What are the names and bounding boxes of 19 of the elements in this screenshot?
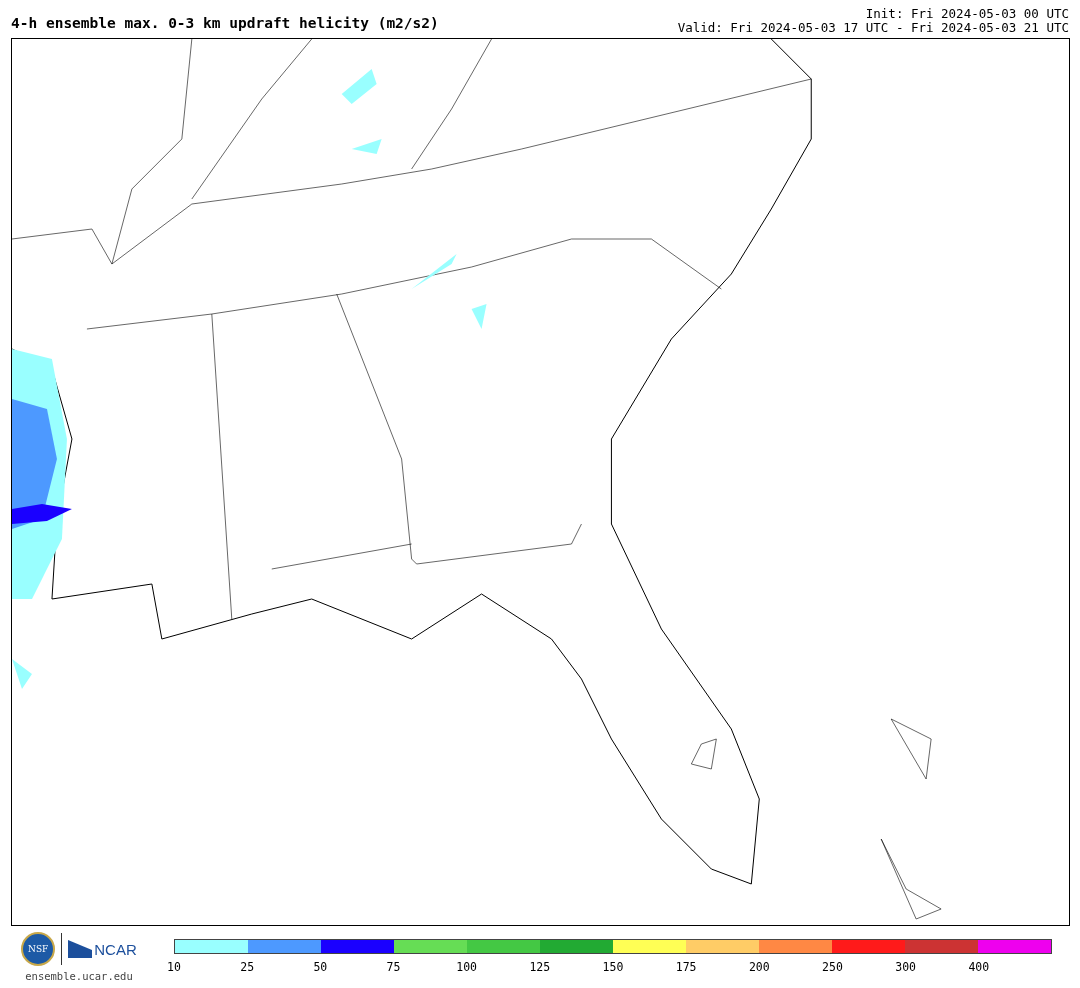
nsf-logo: NSF: [21, 932, 56, 966]
tick-label: 150: [602, 960, 624, 974]
init-time: Init: Fri 2024-05-03 00 UTC: [864, 7, 1069, 21]
tick-label: 175: [675, 960, 697, 974]
tick-label: 50: [313, 960, 328, 974]
tick-label: 75: [386, 960, 401, 974]
tick-label: 300: [895, 960, 917, 974]
tick-label: 125: [529, 960, 551, 974]
ncar-logo-text: NCAR: [94, 940, 137, 958]
tick-label: 250: [822, 960, 843, 974]
tick-label: 25: [240, 960, 255, 974]
tick-label: 400: [968, 960, 990, 974]
flag-icon: [68, 940, 93, 958]
chart-title: 4-h ensemble max. 0-3 km updraft helicity (m2/s2): [11, 15, 439, 31]
valid-time: Valid: Fri 2024-05-03 17 UTC - Fri 2024-05-03 21 UTC: [677, 21, 1069, 35]
tick-label: 200: [748, 960, 770, 974]
tick-label: 10: [167, 960, 181, 974]
tick-label: 100: [456, 960, 478, 974]
site-url: ensemble.ucar.edu: [25, 970, 133, 982]
